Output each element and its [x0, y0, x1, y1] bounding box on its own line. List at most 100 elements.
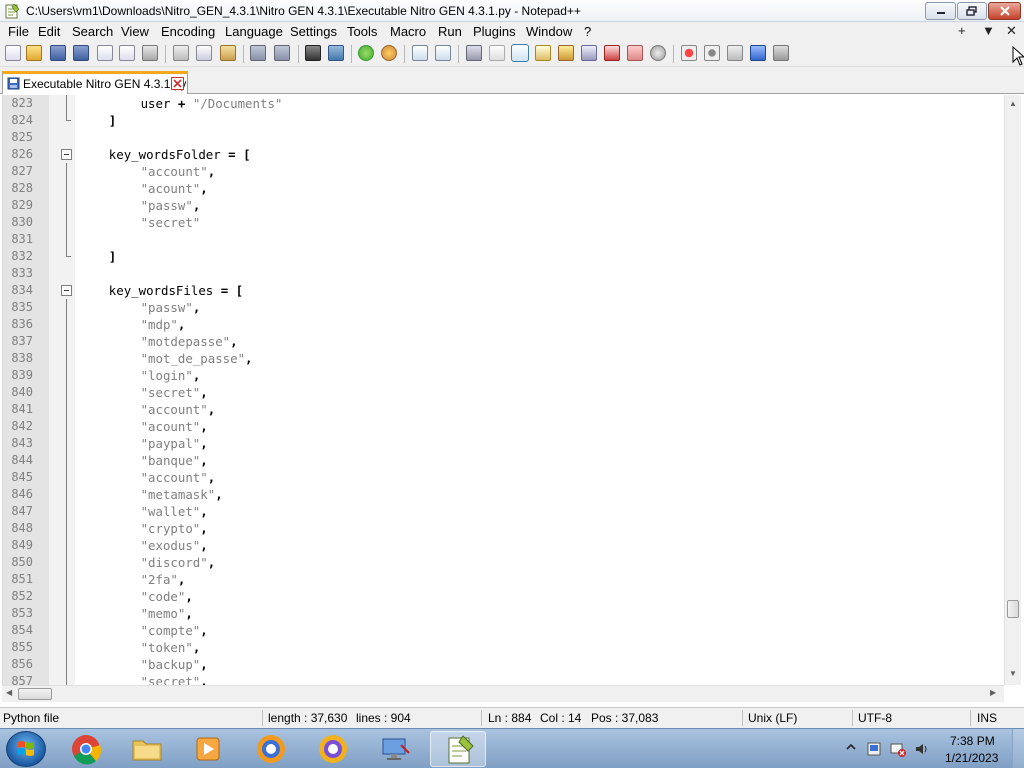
status-insert-mode[interactable]: INS — [977, 711, 997, 725]
menu-view[interactable]: View — [121, 24, 149, 39]
paste-icon[interactable] — [220, 45, 236, 61]
scroll-down-icon[interactable]: ▼ — [1009, 669, 1017, 678]
taskbar-network-app[interactable] — [367, 731, 423, 767]
show-desktop-button[interactable] — [1012, 729, 1024, 768]
sync-horizontal-icon[interactable] — [435, 45, 451, 61]
vertical-scroll-thumb[interactable] — [1007, 600, 1019, 618]
new-tab-plus-icon[interactable]: + — [958, 23, 966, 38]
menu-edit[interactable]: Edit — [38, 24, 60, 39]
code-line[interactable]: 847 "wallet", — [3, 503, 1004, 520]
redo-icon[interactable] — [274, 45, 290, 61]
status-eol[interactable]: Unix (LF) — [748, 711, 797, 725]
save-all-icon[interactable] — [73, 45, 89, 61]
menu-encoding[interactable]: Encoding — [161, 24, 215, 39]
menu-language[interactable]: Language — [225, 24, 283, 39]
replace-icon[interactable] — [328, 45, 344, 61]
play-macro-icon[interactable] — [727, 45, 743, 61]
new-file-icon[interactable] — [5, 45, 21, 61]
taskbar-file-explorer[interactable] — [119, 731, 175, 767]
horizontal-scroll-thumb[interactable] — [18, 688, 52, 700]
code-line[interactable]: 846 "metamask", — [3, 486, 1004, 503]
copy-icon[interactable] — [196, 45, 212, 61]
network-warning-icon[interactable] — [890, 741, 906, 757]
code-line[interactable]: 844 "banque", — [3, 452, 1004, 469]
menu-file[interactable]: File — [8, 24, 29, 39]
code-line[interactable]: 825 — [3, 129, 1004, 146]
menu-settings[interactable]: Settings — [290, 24, 337, 39]
code-line[interactable]: 835 "passw", — [3, 299, 1004, 316]
scroll-left-icon[interactable]: ◀ — [6, 688, 12, 697]
code-line[interactable]: 850 "discord", — [3, 554, 1004, 571]
zoom-out-icon[interactable] — [381, 45, 397, 61]
cut-icon[interactable] — [173, 45, 189, 61]
code-line[interactable]: 849 "exodus", — [3, 537, 1004, 554]
scroll-up-icon[interactable]: ▲ — [1009, 99, 1017, 108]
code-line[interactable]: 845 "account", — [3, 469, 1004, 486]
show-hidden-icons-icon[interactable] — [845, 741, 857, 753]
start-button[interactable] — [6, 731, 46, 767]
taskbar-browser-a[interactable] — [243, 731, 299, 767]
code-line[interactable]: 839 "login", — [3, 367, 1004, 384]
zoom-in-icon[interactable] — [358, 45, 374, 61]
fold-collapse-icon[interactable] — [61, 149, 72, 160]
menu-macro[interactable]: Macro — [390, 24, 426, 39]
action-center-flag-icon[interactable] — [866, 741, 882, 757]
menu-search[interactable]: Search — [72, 24, 113, 39]
code-line[interactable]: 852 "code", — [3, 588, 1004, 605]
status-encoding[interactable]: UTF-8 — [858, 711, 892, 725]
close-file-icon[interactable] — [97, 45, 113, 61]
code-line[interactable]: 854 "compte", — [3, 622, 1004, 639]
volume-icon[interactable] — [914, 741, 930, 757]
code-line[interactable]: 853 "memo", — [3, 605, 1004, 622]
record-macro-icon[interactable] — [681, 45, 697, 61]
code-line[interactable]: 857 "secret", — [3, 673, 1004, 685]
undo-icon[interactable] — [250, 45, 266, 61]
code-line[interactable]: 840 "secret", — [3, 384, 1004, 401]
code-line[interactable]: 837 "motdepasse", — [3, 333, 1004, 350]
doc-map-icon[interactable] — [558, 45, 574, 61]
code-line[interactable]: 856 "backup", — [3, 656, 1004, 673]
fold-collapse-icon[interactable] — [61, 285, 72, 296]
indent-guide-icon[interactable] — [511, 44, 529, 62]
horizontal-scrollbar[interactable]: ◀ ▶ — [2, 685, 1004, 702]
tab-close-icon[interactable] — [171, 77, 184, 90]
code-line[interactable]: 851 "2fa", — [3, 571, 1004, 588]
restore-button[interactable] — [957, 2, 987, 20]
menu-plugins[interactable]: Plugins — [473, 24, 516, 39]
find-icon[interactable] — [305, 45, 321, 61]
minimize-button[interactable] — [925, 2, 956, 20]
code-line[interactable]: 829 "passw", — [3, 197, 1004, 214]
code-line[interactable]: 848 "crypto", — [3, 520, 1004, 537]
folder-as-workspace-icon[interactable] — [604, 45, 620, 61]
clock-date[interactable]: 1/21/2023 — [945, 751, 998, 765]
code-editor[interactable]: 823 user + "/Documents" 824] 825 826 key_word… — [2, 95, 1004, 685]
show-all-characters-icon[interactable] — [489, 45, 505, 61]
code-line[interactable]: 841 "account", — [3, 401, 1004, 418]
code-line[interactable]: 838 "mot_de_passe", — [3, 350, 1004, 367]
code-line[interactable]: 824] — [3, 112, 1004, 129]
code-line[interactable]: 823 user + "/Documents" — [3, 95, 1004, 112]
code-line[interactable]: 834 key_wordsFiles = [ — [3, 282, 1004, 299]
code-line[interactable]: 832] — [3, 248, 1004, 265]
code-line[interactable]: 836 "mdp", — [3, 316, 1004, 333]
taskbar-notepad-plus-plus[interactable] — [430, 731, 486, 767]
stop-macro-icon[interactable] — [704, 45, 720, 61]
code-line[interactable]: 830 "secret" — [3, 214, 1004, 231]
code-line[interactable]: 833 — [3, 265, 1004, 282]
tab-list-dropdown-icon[interactable]: ▼ — [982, 23, 995, 38]
open-file-icon[interactable] — [26, 45, 42, 61]
function-list-icon[interactable] — [581, 45, 597, 61]
doc-list-icon[interactable] — [627, 45, 643, 61]
code-line[interactable]: 826 key_wordsFolder = [ — [3, 146, 1004, 163]
code-line[interactable]: 843 "paypal", — [3, 435, 1004, 452]
code-line[interactable]: 855 "token", — [3, 639, 1004, 656]
save-macro-icon[interactable] — [773, 45, 789, 61]
code-line[interactable]: 831 — [3, 231, 1004, 248]
run-macro-multiple-icon[interactable] — [750, 45, 766, 61]
menu-window[interactable]: Window — [526, 24, 572, 39]
user-language-icon[interactable] — [535, 45, 551, 61]
taskbar-chrome[interactable] — [58, 731, 114, 767]
word-wrap-icon[interactable] — [466, 45, 482, 61]
sync-vertical-icon[interactable] — [412, 45, 428, 61]
save-icon[interactable] — [50, 45, 66, 61]
